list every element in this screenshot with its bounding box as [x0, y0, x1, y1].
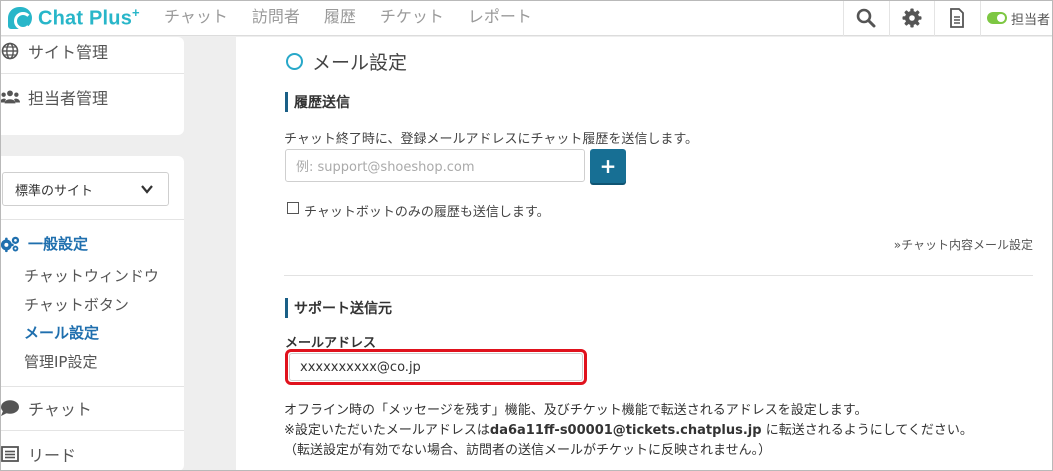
- list-icon: [0, 446, 20, 462]
- settings-button[interactable]: [889, 0, 933, 36]
- page-title-text: メール設定: [312, 52, 408, 74]
- gears-icon: [0, 235, 20, 253]
- email-placeholder: 例: support@shoeshop.com: [296, 160, 475, 175]
- main-panel: メール設定 履歴送信 チャット終了時に、登録メールアドレスにチャット履歴を送信し…: [236, 37, 1053, 471]
- sidebar-item-label: リード: [28, 446, 77, 465]
- highlight-box: [285, 349, 587, 385]
- sidebar-item-site-management[interactable]: サイト管理: [0, 40, 184, 62]
- section-divider: [284, 275, 1033, 276]
- add-email-button[interactable]: +: [590, 149, 626, 183]
- sidebar-item-chat-button[interactable]: チャットボタン: [24, 294, 129, 315]
- chatbot-history-label[interactable]: チャットボットのみの履歴も送信します。: [304, 201, 550, 220]
- sidebar-item-label: サイト管理: [28, 43, 109, 62]
- note-line-3: （転送設定が有効でない場合、訪問者の送信メールがチケットに反映されません。）: [284, 443, 772, 458]
- users-icon: [0, 89, 20, 105]
- sidebar-item-staff-management[interactable]: 担当者管理: [0, 86, 184, 108]
- circle-icon: [286, 53, 303, 70]
- status-toggle[interactable]: [987, 12, 1007, 24]
- search-button[interactable]: [843, 0, 887, 36]
- chat-plus-logo[interactable]: Chat Plus+: [8, 4, 140, 32]
- top-bar: Chat Plus+ チャット 訪問者 履歴 チケット レポート 担当者: [0, 0, 1053, 36]
- history-section-title: 履歴送信: [285, 92, 350, 112]
- section-title-text: サポート送信元: [294, 301, 392, 317]
- support-section-title: サポート送信元: [285, 298, 392, 318]
- logo-icon: [8, 7, 32, 30]
- sidebar-divider: [0, 219, 184, 220]
- chatbot-history-checkbox[interactable]: [287, 202, 299, 214]
- sidebar-item-chat[interactable]: チャット: [0, 397, 184, 419]
- gear-icon: [902, 8, 921, 28]
- note-line-1: オフライン時の「メッセージを残す」機能、及びチケット機能で転送されるアドレスを設…: [284, 403, 868, 418]
- sidebar-item-mail-settings[interactable]: メール設定: [24, 322, 99, 343]
- logo-text: Chat Plus+: [38, 5, 140, 30]
- page-title: メール設定: [286, 48, 407, 75]
- sidebar-divider: [0, 386, 184, 387]
- site-select[interactable]: 標準のサイト: [2, 172, 169, 206]
- sidebar-item-label: 担当者管理: [28, 89, 109, 108]
- document-icon: [949, 8, 964, 28]
- nav-chat[interactable]: チャット: [164, 3, 228, 27]
- nav-history[interactable]: 履歴: [324, 3, 356, 27]
- search-icon: [856, 8, 875, 28]
- sidebar-item-chat-window[interactable]: チャットウィンドウ: [24, 265, 159, 286]
- user-label: 担当者: [1011, 12, 1051, 28]
- sidebar-divider: [0, 73, 184, 74]
- nav-tickets[interactable]: チケット: [380, 3, 444, 27]
- nav-visitors[interactable]: 訪問者: [252, 3, 300, 27]
- site-select-value: 標準のサイト: [15, 183, 94, 199]
- section-bar: [285, 298, 288, 318]
- sidebar-section-general-settings[interactable]: 一般設定: [0, 233, 88, 254]
- sidebar-section-label: 一般設定: [28, 235, 89, 253]
- user-status[interactable]: 担当者: [980, 0, 1053, 36]
- chat-content-mail-settings-link[interactable]: »チャット内容メール設定: [894, 236, 1033, 253]
- sidebar-divider: [0, 430, 184, 431]
- top-nav: チャット 訪問者 履歴 チケット レポート: [164, 0, 556, 30]
- section-title-text: 履歴送信: [294, 95, 350, 111]
- sidebar-item-label: チャット: [28, 400, 92, 419]
- globe-icon: [0, 42, 20, 60]
- chevron-down-icon: [141, 185, 153, 194]
- sidebar-item-leads[interactable]: リード: [0, 443, 184, 465]
- nav-reports[interactable]: レポート: [468, 3, 532, 27]
- section-bar: [285, 92, 288, 112]
- history-email-input[interactable]: 例: support@shoeshop.com: [285, 149, 585, 182]
- sidebar-item-admin-ip[interactable]: 管理IP設定: [24, 351, 97, 372]
- speech-bubble-icon: [0, 399, 20, 417]
- forwarding-address: da6a11ff-s00001@tickets.chatplus.jp: [489, 423, 762, 438]
- history-description: チャット終了時に、登録メールアドレスにチャット履歴を送信します。: [284, 132, 699, 147]
- document-button[interactable]: [934, 0, 978, 36]
- note-line-2: ※設定いただいたメールアドレスはda6a11ff-s00001@tickets.…: [284, 423, 973, 438]
